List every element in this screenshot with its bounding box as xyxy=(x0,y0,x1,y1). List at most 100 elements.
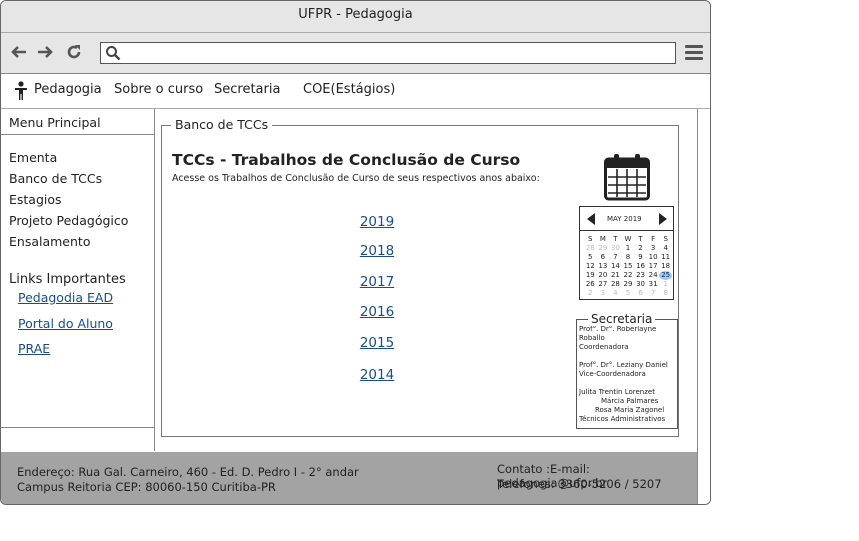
calendar-day[interactable]: 4 xyxy=(609,289,622,298)
calendar-day[interactable]: 31 xyxy=(647,280,660,289)
calendar-day[interactable]: 22 xyxy=(622,271,635,280)
link-pedagodia-ead[interactable]: Pedagodia EAD xyxy=(18,290,113,305)
year-link-2015[interactable]: 2015 xyxy=(347,335,407,351)
year-link-2017[interactable]: 2017 xyxy=(347,274,407,290)
scroll-down-icon[interactable] xyxy=(700,496,709,504)
calendar-day[interactable]: 16 xyxy=(634,262,647,271)
calendar-day[interactable]: 17 xyxy=(647,262,660,271)
calendar-day[interactable]: 14 xyxy=(609,262,622,271)
calendar-day[interactable]: 10 xyxy=(647,253,660,262)
secretaria-spacer xyxy=(579,352,675,361)
calendar-day[interactable]: 1 xyxy=(659,280,672,289)
calendar-day[interactable]: 26 xyxy=(584,280,597,289)
calendar-day[interactable]: 28 xyxy=(584,244,597,253)
year-link-2014[interactable]: 2014 xyxy=(347,367,407,383)
calendar-day[interactable]: 11 xyxy=(659,253,672,262)
nav-brand-pedagogia[interactable]: Pedagogia xyxy=(34,82,102,97)
hamburger-menu-icon[interactable] xyxy=(685,45,703,61)
calendar-day[interactable]: 12 xyxy=(584,262,597,271)
calendar-day[interactable]: 29 xyxy=(597,244,610,253)
calendar-day[interactable]: 19 xyxy=(584,271,597,280)
sidebar-item-banco-de-tccs[interactable]: Banco de TCCs xyxy=(9,171,102,186)
year-link-2018[interactable]: 2018 xyxy=(347,243,407,259)
forward-arrow-icon[interactable] xyxy=(36,43,54,61)
calendar-widget: MAY 2019 S M T W T F S 28 29 30 1 2 3 4 … xyxy=(579,206,674,300)
calendar-day[interactable]: 2 xyxy=(584,289,597,298)
site-navbar: Pedagogia Sobre o curso Secretaria COE(E… xyxy=(1,74,710,109)
calendar-day[interactable]: 18 xyxy=(659,262,672,271)
calendar-day[interactable]: 5 xyxy=(622,289,635,298)
calendar-day[interactable]: 5 xyxy=(584,253,597,262)
browser-toolbar xyxy=(1,33,710,74)
calendar-day[interactable]: 30 xyxy=(634,280,647,289)
calendar-day[interactable]: 8 xyxy=(622,253,635,262)
secretaria-line: Rosa Maria Zagonel xyxy=(595,406,665,414)
calendar-day[interactable]: 27 xyxy=(597,280,610,289)
calendar-day[interactable]: 13 xyxy=(597,262,610,271)
calendar-day[interactable]: 3 xyxy=(647,244,660,253)
footer-contact-line2: Telefones: 3360-5206 / 5207 xyxy=(497,477,662,491)
calendar-day[interactable]: 8 xyxy=(659,289,672,298)
weekday: T xyxy=(638,235,643,243)
page-heading: TCCs - Trabalhos de Conclusão de Curso xyxy=(172,151,521,169)
browser-window: UFPR - Pedagogia Pedagogia Sobre o curso… xyxy=(0,0,711,505)
secretaria-spacer xyxy=(579,379,675,388)
calendar-day[interactable]: 7 xyxy=(647,289,660,298)
calendar-month-label: MAY 2019 xyxy=(607,215,642,223)
calendar-day[interactable]: 30 xyxy=(609,244,622,253)
calendar-grid: S M T W T F S 28 29 30 1 2 3 4 5 6 7 8 9… xyxy=(584,235,672,298)
secretaria-line: Prof°. Dr°. Roberlayne xyxy=(579,325,657,333)
year-link-2016[interactable]: 2016 xyxy=(347,304,407,320)
sidebar-divider xyxy=(1,427,154,428)
calendar-day[interactable]: 4 xyxy=(659,244,672,253)
calendar-day[interactable]: 21 xyxy=(609,271,622,280)
calendar-day[interactable]: 23 xyxy=(634,271,647,280)
calendar-day[interactable]: 28 xyxy=(609,280,622,289)
calendar-day[interactable]: 1 xyxy=(622,244,635,253)
year-link-2019[interactable]: 2019 xyxy=(347,214,407,230)
nav-item-secretaria[interactable]: Secretaria xyxy=(214,82,280,97)
calendar-day[interactable]: 6 xyxy=(597,253,610,262)
calendar-day[interactable]: 15 xyxy=(622,262,635,271)
link-portal-do-aluno[interactable]: Portal do Aluno xyxy=(18,316,113,331)
title-bar: UFPR - Pedagogia xyxy=(1,1,710,33)
calendar-day[interactable]: 20 xyxy=(597,271,610,280)
sidebar-header: Menu Principal xyxy=(1,109,154,135)
nav-item-sobre-o-curso[interactable]: Sobre o curso xyxy=(114,82,203,97)
calendar-day-selected[interactable]: 25 xyxy=(659,271,672,280)
calendar-day[interactable]: 9 xyxy=(634,253,647,262)
reload-icon[interactable] xyxy=(65,43,83,61)
calendar-day[interactable]: 29 xyxy=(622,280,635,289)
weekday: F xyxy=(651,235,656,243)
vertical-scrollbar[interactable] xyxy=(697,109,710,504)
calendar-week: 28 29 30 1 2 3 4 xyxy=(584,244,672,253)
calendar-day[interactable]: 2 xyxy=(634,244,647,253)
footer-address-line2: Campus Reitoria CEP: 80060-150 Curitiba-… xyxy=(17,480,276,494)
back-arrow-icon[interactable] xyxy=(10,43,28,61)
sidebar-item-ementa[interactable]: Ementa xyxy=(9,150,57,165)
link-prae[interactable]: PRAE xyxy=(18,341,50,356)
sidebar-item-projeto-pedagogico[interactable]: Projeto Pedagógico xyxy=(9,213,128,228)
secretaria-line: Prof°. Dr°. Leziany Daniel xyxy=(579,361,668,369)
calendar-week: 26 27 28 29 30 31 1 xyxy=(584,280,672,289)
calendar-day[interactable]: 6 xyxy=(634,289,647,298)
weekday: S xyxy=(663,235,668,243)
address-bar[interactable] xyxy=(100,42,676,64)
sidebar-title: Menu Principal xyxy=(9,115,101,130)
sidebar-item-estagios[interactable]: Estagios xyxy=(9,192,62,207)
weekday: S xyxy=(588,235,593,243)
calendar-weekday-row: S M T W T F S xyxy=(584,235,672,244)
calendar-day[interactable]: 7 xyxy=(609,253,622,262)
calendar-day[interactable]: 3 xyxy=(597,289,610,298)
calendar-divider xyxy=(580,230,673,231)
links-importantes-title: Links Importantes xyxy=(9,272,126,287)
calendar-next-icon[interactable] xyxy=(658,212,668,228)
secretaria-line: Julita Trentin Lorenzet xyxy=(579,388,655,396)
sidebar-item-ensalamento[interactable]: Ensalamento xyxy=(9,234,90,249)
nav-item-coe-estagios[interactable]: COE(Estágios) xyxy=(303,82,395,97)
calendar-day[interactable]: 24 xyxy=(647,271,660,280)
calendar-week: 5 6 7 8 9 10 11 xyxy=(584,253,672,262)
search-icon xyxy=(105,45,121,65)
weekday: M xyxy=(599,235,606,243)
calendar-prev-icon[interactable] xyxy=(586,212,596,228)
